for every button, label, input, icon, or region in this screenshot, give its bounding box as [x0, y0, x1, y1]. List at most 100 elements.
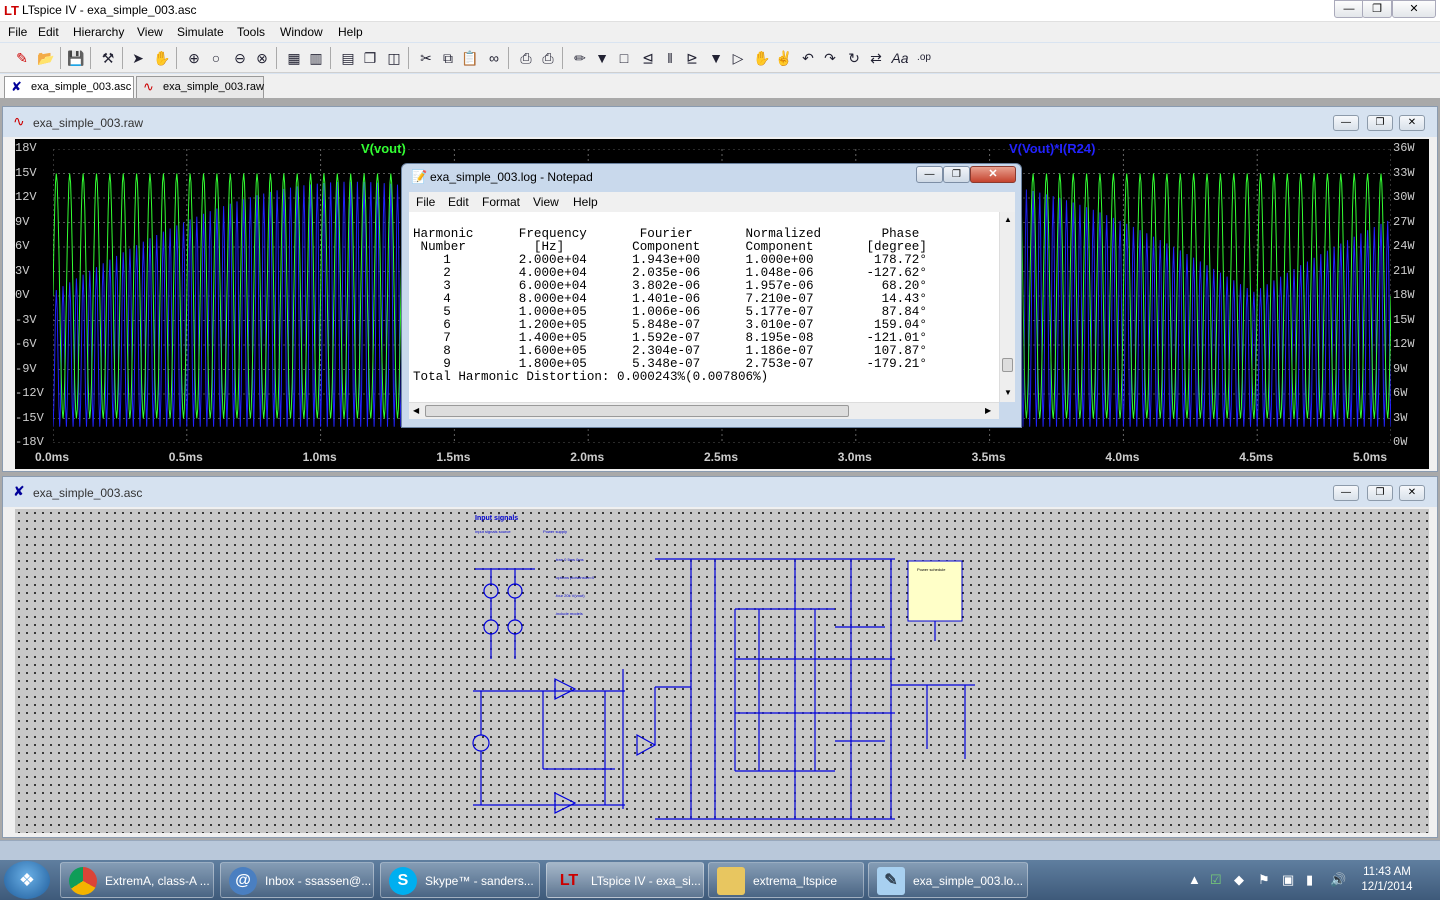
hscroll-thumb[interactable]: [425, 405, 849, 417]
notepad-menu-view[interactable]: View: [533, 195, 559, 209]
menu-file[interactable]: File: [8, 25, 27, 39]
network-tray-icon[interactable]: ◆: [1234, 872, 1244, 888]
notepad-menu-format[interactable]: Format: [482, 195, 520, 209]
menu-simulate[interactable]: Simulate: [177, 25, 224, 39]
scroll-right-icon[interactable]: ▶: [985, 406, 991, 415]
menubar: File Edit Hierarchy View Simulate Tools …: [0, 22, 1440, 42]
taskbar-item-folder[interactable]: extrema_ltspice: [708, 862, 864, 898]
waveform-close-button[interactable]: ✕: [1399, 115, 1425, 131]
notepad-text-area[interactable]: Harmonic Frequency Fourier Normalized Ph…: [409, 212, 999, 402]
run-icon[interactable]: ➤: [128, 48, 148, 68]
drag-icon[interactable]: ✌: [774, 48, 794, 68]
taskbar-item-label: extrema_ltspice: [753, 874, 838, 888]
autorange-icon[interactable]: ▦: [284, 48, 304, 68]
notepad-title: exa_simple_003.log - Notepad: [430, 170, 593, 184]
notepad-minimize-button[interactable]: —: [916, 166, 943, 183]
pan-icon[interactable]: ○: [206, 48, 226, 68]
text-icon[interactable]: Aa: [890, 48, 910, 68]
tab-waveform[interactable]: ∿ exa_simple_003.raw: [136, 76, 264, 98]
capacitor-icon[interactable]: ‖: [660, 48, 680, 68]
notepad-menu-file[interactable]: File: [416, 195, 435, 209]
save-icon[interactable]: 💾: [66, 48, 86, 68]
y-axis-tick-left: 6V: [15, 239, 30, 253]
resistor-icon[interactable]: ⊴: [638, 48, 658, 68]
taskbar-item-notepad[interactable]: ✎ exa_simple_003.lo...: [868, 862, 1028, 898]
notepad-menu-edit[interactable]: Edit: [448, 195, 469, 209]
taskbar-item-ltspice[interactable]: LT LTspice IV - exa_si...: [546, 862, 704, 898]
signal-icon[interactable]: ▮: [1306, 872, 1313, 888]
copy-icon[interactable]: ⧉: [438, 48, 458, 68]
print-icon[interactable]: ⎙: [538, 48, 558, 68]
wire-icon[interactable]: ✏: [570, 48, 590, 68]
menu-tools[interactable]: Tools: [237, 25, 265, 39]
notepad-vertical-scrollbar[interactable]: ▲ ▼: [999, 212, 1015, 402]
tile-horizontal-icon[interactable]: ▤: [338, 48, 358, 68]
taskbar-item-label: LTspice IV - exa_si...: [591, 874, 701, 888]
scroll-down-icon[interactable]: ▼: [1004, 388, 1012, 397]
schematic-icon: ✘: [11, 79, 22, 94]
cascade-icon[interactable]: ❐: [360, 48, 380, 68]
notepad-close-button[interactable]: ✕: [970, 166, 1016, 183]
tile-vertical-icon[interactable]: ◫: [384, 48, 404, 68]
volume-icon[interactable]: 🔊: [1330, 872, 1346, 888]
find-icon[interactable]: ∞: [484, 48, 504, 68]
waveform-minimize-button[interactable]: —: [1333, 115, 1359, 131]
vscroll-thumb[interactable]: [1002, 358, 1013, 372]
paste-icon[interactable]: 📋: [460, 48, 480, 68]
zoom-in-icon[interactable]: ⊕: [184, 48, 204, 68]
schematic-restore-button[interactable]: ❐: [1367, 485, 1393, 501]
minimize-button[interactable]: —: [1334, 0, 1364, 18]
undo-icon[interactable]: ↶: [798, 48, 818, 68]
notepad-horizontal-scrollbar[interactable]: ◀ ▶: [409, 402, 999, 419]
open-folder-icon[interactable]: 📂: [36, 48, 56, 68]
scroll-up-icon[interactable]: ▲: [1004, 215, 1012, 224]
redo-icon[interactable]: ↷: [820, 48, 840, 68]
schematic-canvas[interactable]: Input signals Input signals source Power…: [15, 509, 1429, 833]
device-icon[interactable]: ▣: [1282, 872, 1294, 888]
menu-view[interactable]: View: [137, 25, 163, 39]
component-icon[interactable]: ▷: [728, 48, 748, 68]
tab-schematic[interactable]: ✘ exa_simple_003.asc: [4, 76, 134, 98]
ground-icon[interactable]: ▼: [592, 48, 612, 68]
inductor-icon[interactable]: ⊵: [682, 48, 702, 68]
control-panel-icon[interactable]: ⚒: [98, 48, 118, 68]
menu-help[interactable]: Help: [338, 25, 363, 39]
taskbar-item-skype[interactable]: S Skype™ - sanders...: [380, 862, 540, 898]
x-axis-tick: 5.0ms: [1353, 450, 1388, 464]
start-button[interactable]: ❖: [4, 861, 50, 899]
x-axis-tick: 4.5ms: [1239, 450, 1274, 464]
schematic-minimize-button[interactable]: —: [1333, 485, 1359, 501]
waveform-restore-button[interactable]: ❐: [1367, 115, 1393, 131]
close-button[interactable]: ✕: [1392, 0, 1436, 18]
halt-icon[interactable]: ✋: [152, 48, 172, 68]
grid-icon[interactable]: ▥: [306, 48, 326, 68]
y-axis-tick-left: -9V: [15, 361, 37, 376]
schematic-icon: ✘: [13, 483, 25, 499]
menu-hierarchy[interactable]: Hierarchy: [73, 25, 124, 39]
show-hidden-icons-icon[interactable]: ▲: [1188, 872, 1201, 887]
zoom-fit-icon[interactable]: ⊗: [252, 48, 272, 68]
maximize-button[interactable]: ❐: [1362, 0, 1392, 18]
mirror-icon[interactable]: ⇄: [866, 48, 886, 68]
spice-directive-icon[interactable]: .op: [914, 48, 934, 68]
system-clock[interactable]: 11:43 AM 12/1/2014: [1356, 865, 1418, 895]
cut-icon[interactable]: ✂: [416, 48, 436, 68]
menu-window[interactable]: Window: [280, 25, 323, 39]
app-title: LTspice IV - exa_simple_003.asc: [22, 3, 197, 17]
menu-edit[interactable]: Edit: [38, 25, 59, 39]
label-net-icon[interactable]: □: [614, 48, 634, 68]
print-preview-icon[interactable]: ⎙: [516, 48, 536, 68]
taskbar-item-mail[interactable]: @ Inbox - ssassen@...: [220, 862, 374, 898]
new-schematic-icon[interactable]: ✎: [12, 48, 32, 68]
taskbar-item-chrome[interactable]: ExtremA, class-A ...: [60, 862, 214, 898]
scroll-left-icon[interactable]: ◀: [413, 406, 419, 415]
notepad-maximize-button[interactable]: ❐: [943, 166, 970, 183]
move-icon[interactable]: ✋: [752, 48, 772, 68]
rotate-icon[interactable]: ↻: [844, 48, 864, 68]
zoom-out-icon[interactable]: ⊖: [230, 48, 250, 68]
notepad-menu-help[interactable]: Help: [573, 195, 598, 209]
schematic-close-button[interactable]: ✕: [1399, 485, 1425, 501]
flag-icon[interactable]: ⚑: [1258, 872, 1270, 888]
diode-icon[interactable]: ▼: [706, 48, 726, 68]
security-icon[interactable]: ☑: [1210, 872, 1222, 888]
